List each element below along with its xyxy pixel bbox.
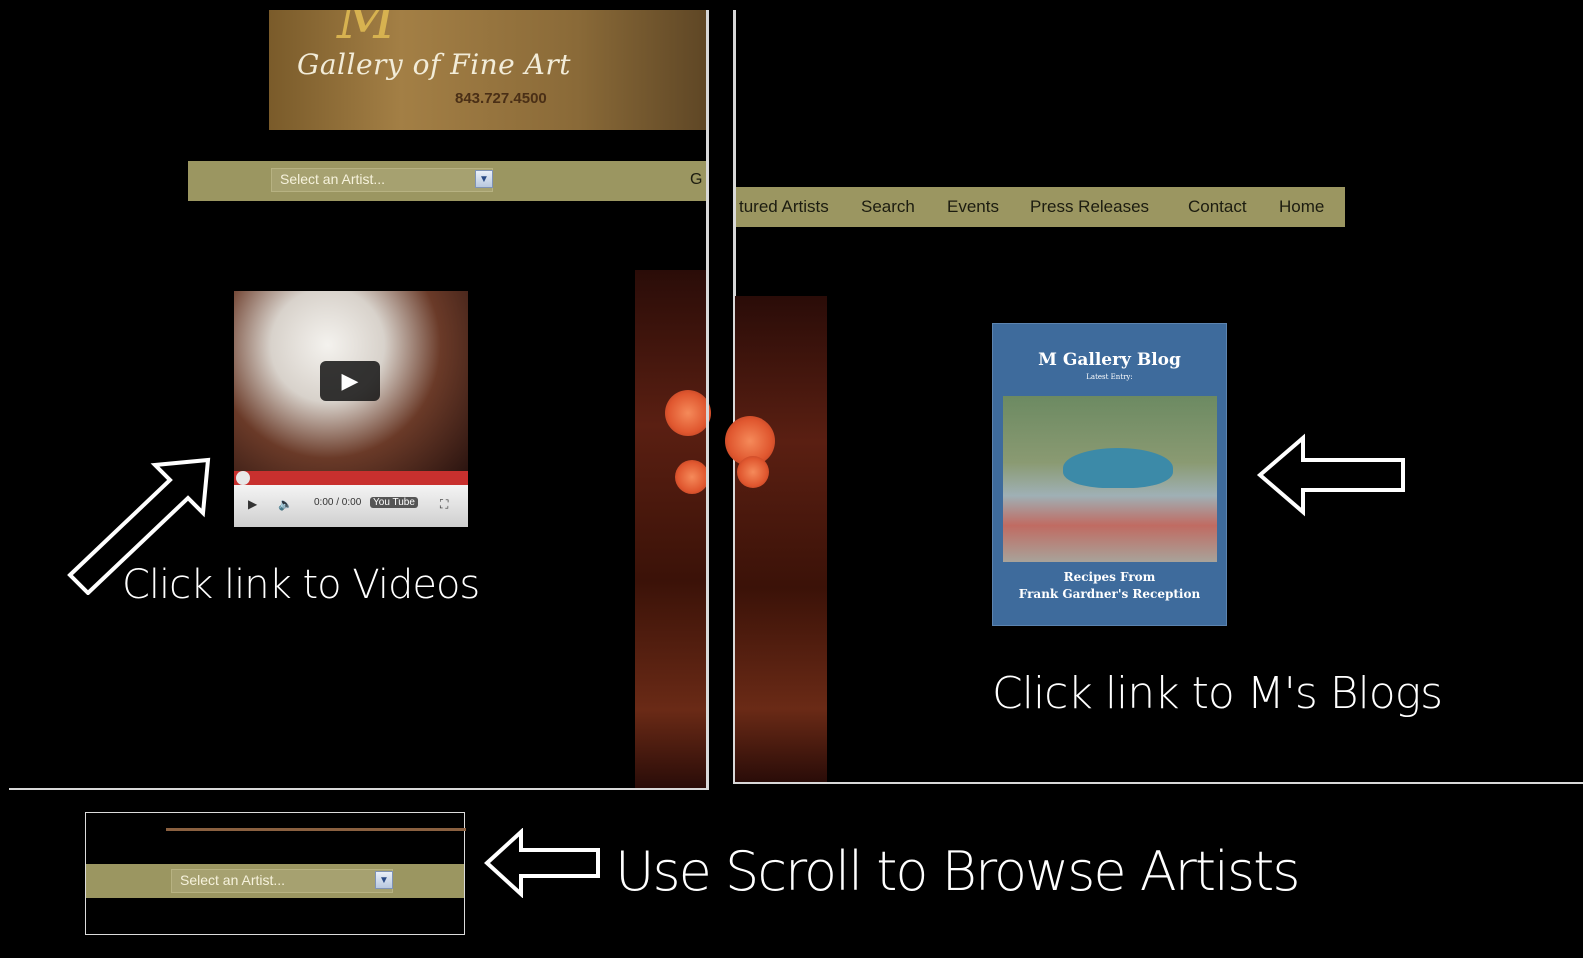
- scroll-example-panel: Select an Artist... ▼: [85, 812, 466, 935]
- artist-select-small-value: Select an Artist...: [180, 872, 286, 888]
- blog-subtitle: Latest Entry:: [1086, 373, 1133, 381]
- painting-left[interactable]: [635, 270, 711, 788]
- blog-caption-line2: Frank Gardner's Reception: [1018, 587, 1201, 601]
- artist-select-value: Select an Artist...: [280, 171, 386, 187]
- decorative-line: [166, 828, 466, 831]
- nav-press-releases[interactable]: Press Releases: [1030, 197, 1149, 217]
- arrow-left-icon: [484, 828, 600, 898]
- nav-featured-artists[interactable]: tured Artists: [739, 197, 829, 217]
- annotation-videos: Click link to Videos: [122, 562, 480, 608]
- blog-caption-line1: Recipes From: [1063, 570, 1156, 584]
- umbrella-sculpture-image: [1063, 448, 1173, 488]
- gallery-phone: 843.727.4500: [455, 90, 547, 107]
- video-progress-bar[interactable]: [234, 471, 468, 485]
- nav-contact[interactable]: Contact: [1188, 197, 1247, 217]
- painting-right[interactable]: [725, 296, 827, 782]
- gallery-logo[interactable]: M Gallery of Fine Art 843.727.4500: [269, 10, 709, 130]
- play-icon[interactable]: ▶: [248, 497, 257, 511]
- youtube-logo[interactable]: You Tube: [370, 497, 418, 508]
- blog-link[interactable]: M Gallery Blog Latest Entry: Recipes Fro…: [992, 323, 1227, 626]
- video-player[interactable]: ▶ ▶ 🔈 0:00 / 0:00 You Tube ⛶: [234, 291, 468, 527]
- artist-select[interactable]: Select an Artist...: [271, 168, 493, 192]
- blog-title: M Gallery Blog: [1038, 350, 1181, 370]
- annotation-scroll: Use Scroll to Browse Artists: [615, 840, 1300, 903]
- fullscreen-icon[interactable]: ⛶: [440, 497, 448, 512]
- panel-divider: [733, 782, 1583, 784]
- nav-home[interactable]: Home: [1279, 197, 1324, 217]
- panel-divider: [9, 788, 709, 790]
- flower-image: [675, 460, 709, 494]
- logo-letter: M: [337, 10, 397, 52]
- video-controls: ▶ 🔈 0:00 / 0:00 You Tube ⛶: [234, 485, 468, 527]
- nav-search[interactable]: Search: [861, 197, 915, 217]
- flower-image: [737, 456, 769, 488]
- video-time: 0:00 / 0:00: [314, 497, 362, 508]
- blog-photo: [1003, 396, 1217, 562]
- arrow-left-icon: [1256, 433, 1405, 517]
- annotation-blogs: Click link to M's Blogs: [992, 668, 1443, 719]
- nav-events[interactable]: Events: [947, 197, 999, 217]
- panel-divider: [706, 10, 709, 790]
- chevron-down-icon[interactable]: ▼: [475, 170, 493, 188]
- nav-fragment[interactable]: G: [690, 171, 702, 189]
- chevron-down-icon[interactable]: ▼: [375, 871, 393, 889]
- progress-handle[interactable]: [236, 471, 250, 485]
- play-icon[interactable]: ▶: [320, 361, 380, 401]
- gallery-name: Gallery of Fine Art: [297, 48, 572, 81]
- volume-icon[interactable]: 🔈: [278, 497, 293, 511]
- artist-select-small[interactable]: Select an Artist...: [171, 869, 393, 893]
- flower-image: [665, 390, 711, 436]
